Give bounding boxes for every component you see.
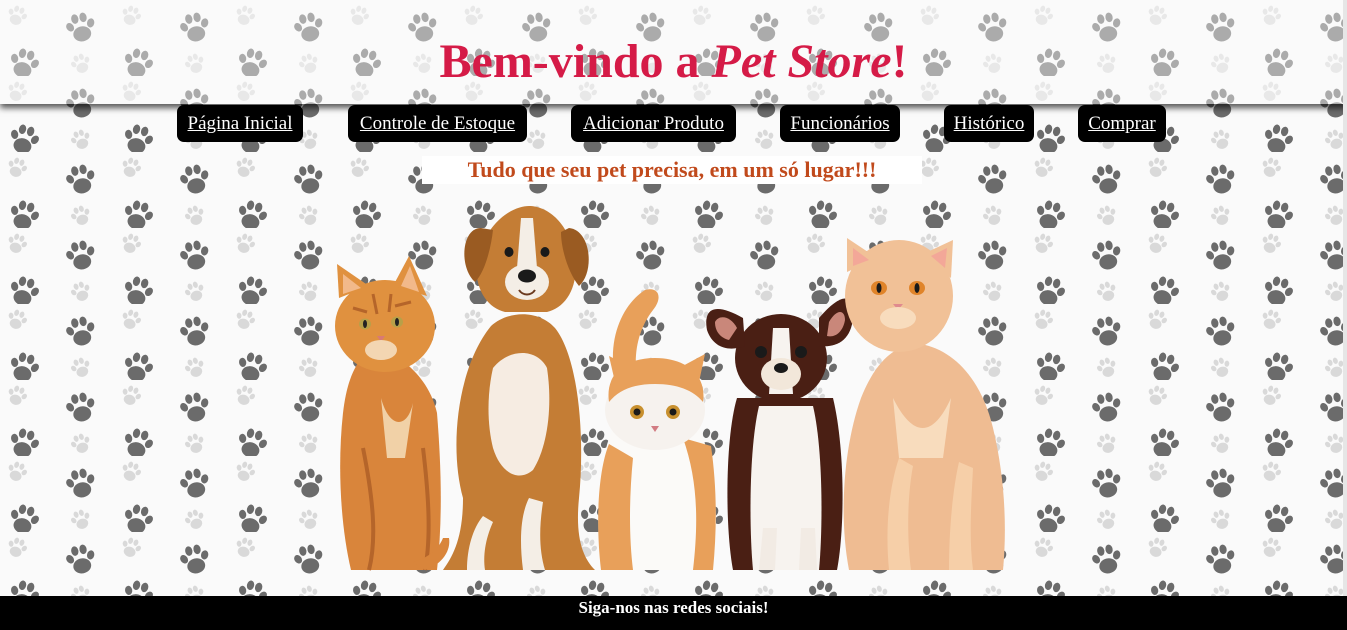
footer: Siga-nos nas redes sociais! — [0, 596, 1347, 630]
footer-social-text: Siga-nos nas redes sociais! — [578, 598, 769, 617]
cream-cat — [843, 238, 1005, 570]
nav-link-adicionar-produto[interactable]: Adicionar Produto — [571, 105, 736, 142]
pets-hero-image — [335, 206, 1005, 571]
title-store-name: Pet Store — [711, 35, 892, 88]
chihuahua-dog — [706, 298, 854, 570]
orange-white-kitten — [598, 289, 717, 570]
nav-link-comprar[interactable]: Comprar — [1078, 105, 1166, 142]
tagline: Tudo que seu pet precisa, em um só lugar… — [422, 156, 922, 184]
title-suffix: ! — [891, 35, 908, 88]
orange-tabby-cat — [335, 256, 450, 571]
nav-link-controle-de-estoque[interactable]: Controle de Estoque — [348, 105, 527, 142]
header: Bem-vindo a Pet Store! — [0, 0, 1347, 104]
nav-link-pagina-inicial[interactable]: Página Inicial — [177, 105, 303, 142]
brown-dog — [443, 206, 595, 570]
page-title: Bem-vindo a Pet Store! — [0, 30, 1347, 94]
nav-link-funcionarios[interactable]: Funcionários — [780, 105, 900, 142]
title-prefix: Bem-vindo a — [439, 35, 712, 88]
nav-link-historico[interactable]: Histórico — [944, 105, 1034, 142]
main-nav: Página Inicial Controle de Estoque Adici… — [0, 105, 1347, 145]
vertical-scrollbar[interactable] — [1343, 0, 1347, 596]
